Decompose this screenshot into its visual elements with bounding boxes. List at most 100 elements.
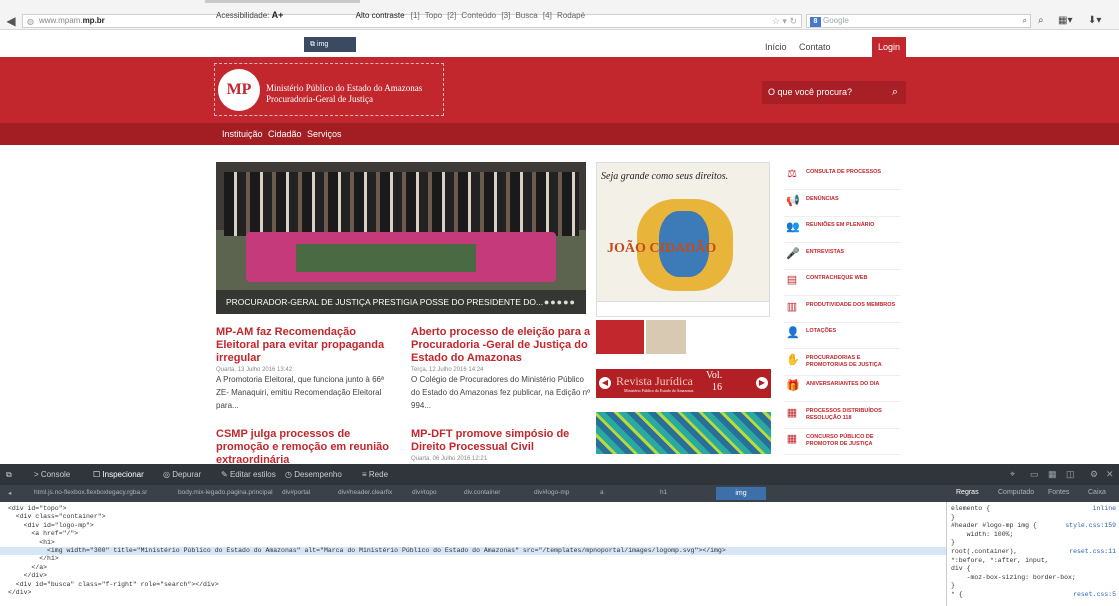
- revista-banner[interactable]: ◀ Revista Jurídica Vol. 16 Ministério Púb…: [596, 369, 771, 398]
- mp-logo-icon[interactable]: MP: [218, 69, 260, 111]
- html-node-line[interactable]: <img width="300" title="Ministério Públi…: [0, 547, 946, 556]
- breadcrumb-item[interactable]: a: [600, 489, 604, 496]
- responsive-icon[interactable]: ▭: [1030, 469, 1039, 480]
- breadcrumb-item[interactable]: div.container: [464, 489, 500, 496]
- css-rule-line[interactable]: root(.container), reset.css:11: [951, 548, 1119, 556]
- small-banner[interactable]: [646, 320, 686, 354]
- prev-arrow-icon[interactable]: ◀: [599, 377, 611, 389]
- css-rule-line[interactable]: }: [951, 539, 1119, 547]
- breadcrumb-item[interactable]: img: [716, 487, 766, 500]
- download-icon[interactable]: ⬇▾: [1088, 15, 1101, 26]
- sidebar-item[interactable]: 🎁 Aniversariantes do Dia: [784, 374, 900, 402]
- sidebar-item[interactable]: 👤 Lotações: [784, 321, 900, 349]
- library-icon[interactable]: ▦▾: [1058, 15, 1072, 26]
- bookmark-icon[interactable]: ⌕: [1038, 15, 1044, 26]
- html-node-line[interactable]: </a>: [0, 564, 946, 572]
- css-rule-line[interactable]: }: [951, 514, 1119, 522]
- font-increase-link[interactable]: A+: [272, 10, 284, 20]
- devtools-menu-icon[interactable]: ⧉: [6, 470, 12, 480]
- tab-editar-estilos[interactable]: ✎ Editar estilos: [221, 470, 276, 479]
- link-contato[interactable]: Contato: [799, 42, 831, 52]
- sidebar-item[interactable]: 📢 Denúncias: [784, 189, 900, 217]
- tab-rede[interactable]: ≡ Rede: [362, 470, 388, 479]
- devtools-rules-panel[interactable]: elemento {inline} #header #logo-mp img {s…: [946, 502, 1119, 606]
- news-item[interactable]: Aberto processo de eleição para a Procur…: [411, 326, 591, 412]
- devtools-html-panel[interactable]: <div id="topo"> <div class="container"> …: [0, 502, 946, 606]
- css-source-link[interactable]: reset.css:5: [1073, 591, 1116, 599]
- css-source-link[interactable]: style.css:159: [1065, 522, 1116, 530]
- css-rule-line[interactable]: }: [951, 582, 1119, 590]
- tab-regras[interactable]: Regras: [956, 489, 979, 496]
- sidebar-item[interactable]: 👥 Reuniões em Plenário: [784, 215, 900, 243]
- tab-desempenho[interactable]: ◷ Desempenho: [285, 470, 342, 479]
- css-rule-line[interactable]: elemento {inline: [951, 505, 1119, 513]
- news-item[interactable]: MP-DFT promove simpósio de Direito Proce…: [411, 428, 591, 464]
- tab-depurar[interactable]: ◎ Depurar: [163, 470, 201, 479]
- tab-computado[interactable]: Computado: [998, 489, 1034, 496]
- sidebar-item[interactable]: ▦ Processos Distribuídos Resolução 118: [784, 401, 900, 429]
- breadcrumb-item[interactable]: div#portal: [282, 489, 310, 496]
- logo-text[interactable]: Ministério Público do Estado do Amazonas…: [266, 83, 422, 105]
- nav-instituicao[interactable]: Instituição: [222, 129, 263, 139]
- breadcrumb-scroll-icon[interactable]: ◂: [8, 489, 11, 497]
- browser-search-field[interactable]: 8 Google ⌕: [806, 14, 1031, 28]
- search-icon[interactable]: ⌕: [892, 81, 898, 104]
- sidebar-item[interactable]: ▥ Produtividade dos Membros: [784, 295, 900, 323]
- breadcrumb-item[interactable]: html.js.no-flexbox.flexboxlegacy.rgba.sr: [34, 489, 147, 496]
- back-icon[interactable]: ◀: [4, 14, 18, 28]
- nav-servicos[interactable]: Serviços: [307, 129, 342, 139]
- nav-cidadao[interactable]: Cidadão: [268, 129, 302, 139]
- login-button[interactable]: Login: [872, 37, 906, 57]
- search-icon[interactable]: ⌕: [1023, 15, 1027, 27]
- settings-icon[interactable]: ⚙: [1090, 469, 1098, 480]
- html-node-line[interactable]: </h1>: [0, 555, 946, 563]
- small-banner[interactable]: [596, 320, 644, 354]
- css-rule-line[interactable]: *:before, *:after, input,: [951, 557, 1119, 565]
- css-source-link[interactable]: inline: [1093, 505, 1116, 513]
- site-search-input[interactable]: O que você procura? ⌕: [762, 81, 906, 104]
- news-title[interactable]: CSMP julga processos de promoção e remoç…: [216, 428, 396, 464]
- sidebar-item[interactable]: ✋ Procuradorias e Promotorias de Justiça: [784, 348, 900, 376]
- css-rule-line[interactable]: div {: [951, 565, 1119, 573]
- news-item[interactable]: CSMP julga processos de promoção e remoç…: [216, 428, 396, 464]
- link-inicio[interactable]: Início: [765, 42, 787, 52]
- html-node-line[interactable]: <h1>: [0, 539, 946, 547]
- tab-caixa[interactable]: Caixa: [1088, 489, 1106, 496]
- tab-fontes[interactable]: Fontes: [1048, 489, 1069, 496]
- tab-console[interactable]: > Console: [34, 470, 70, 479]
- html-node-line[interactable]: <div id="busca" class="f-right" role="se…: [0, 581, 946, 589]
- breadcrumb-item[interactable]: h1: [660, 489, 667, 496]
- pick-element-icon[interactable]: ⌖: [1010, 469, 1015, 480]
- split-icon[interactable]: ◫: [1066, 469, 1075, 480]
- carousel-dots[interactable]: ●●●●●: [544, 290, 576, 314]
- campaign-banner[interactable]: Seja grande como seus direitos. JOÃO CID…: [596, 162, 770, 317]
- html-node-line[interactable]: <div id="topo">: [0, 505, 946, 513]
- html-node-line[interactable]: <div class="container">: [0, 513, 946, 521]
- dock-icon[interactable]: ▦: [1048, 469, 1057, 480]
- breadcrumb-item[interactable]: div#topo: [412, 489, 437, 496]
- css-rule-line[interactable]: width: 100%;: [951, 531, 1119, 539]
- skip-links[interactable]: [1] Topo [2] Conteúdo [3] Busca [4] Roda…: [411, 11, 585, 20]
- star-icon[interactable]: ☆ ▾ ↻: [772, 15, 797, 27]
- css-rule-line[interactable]: #header #logo-mp img {style.css:159: [951, 522, 1119, 530]
- breadcrumb-item[interactable]: body.mix-legado.pagina.principal: [178, 489, 273, 496]
- breadcrumb-item[interactable]: div#logo-mp: [534, 489, 569, 496]
- news-title[interactable]: MP-DFT promove simpósio de Direito Proce…: [411, 428, 591, 454]
- hero-carousel[interactable]: PROCURADOR-GERAL DE JUSTIÇA PRESTIGIA PO…: [216, 162, 586, 314]
- next-arrow-icon[interactable]: ▶: [756, 377, 768, 389]
- sidebar-item[interactable]: 🎤 Entrevistas: [784, 242, 900, 270]
- news-title[interactable]: MP-AM faz Recomendação Eleitoral para ev…: [216, 326, 396, 365]
- tab-inspecionar[interactable]: ☐ Inspecionar: [93, 470, 144, 479]
- css-rule-line[interactable]: -moz-box-sizing: border-box;: [951, 574, 1119, 582]
- sidebar-item[interactable]: ⚖ Consulta de Processos: [784, 162, 900, 190]
- html-node-line[interactable]: </div>: [0, 572, 946, 580]
- hero-caption[interactable]: PROCURADOR-GERAL DE JUSTIÇA PRESTIGIA PO…: [216, 290, 586, 314]
- html-node-line[interactable]: </div>: [0, 589, 946, 597]
- news-title[interactable]: Aberto processo de eleição para a Procur…: [411, 326, 591, 365]
- css-rule-line[interactable]: * {reset.css:5: [951, 591, 1119, 599]
- css-source-link[interactable]: reset.css:11: [1069, 548, 1116, 556]
- sidebar-item[interactable]: ▤ Contracheque Web: [784, 268, 900, 296]
- pattern-banner[interactable]: [596, 412, 771, 454]
- breadcrumb-item[interactable]: div#header.clearfix: [338, 489, 392, 496]
- sidebar-item[interactable]: ▦ Concurso Público de Promotor de Justiça: [784, 427, 900, 455]
